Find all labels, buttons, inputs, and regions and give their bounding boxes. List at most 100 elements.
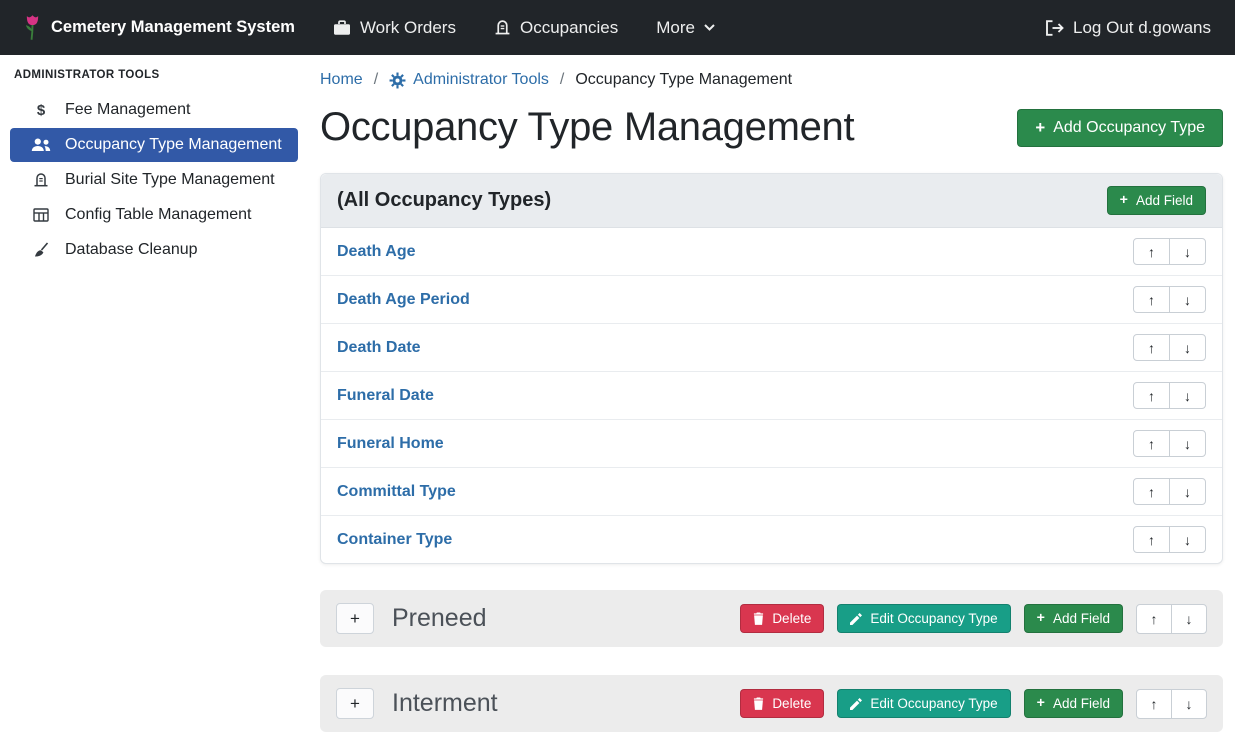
arrow-up-icon: ↑ bbox=[1148, 532, 1155, 548]
edit-occupancy-type-button[interactable]: Edit Occupancy Type bbox=[837, 689, 1010, 718]
move-down-button[interactable]: ↓ bbox=[1169, 526, 1206, 553]
flower-logo-icon bbox=[24, 14, 41, 41]
arrow-up-icon: ↑ bbox=[1151, 696, 1158, 712]
field-link[interactable]: Funeral Home bbox=[337, 435, 444, 453]
move-up-button[interactable]: ↑ bbox=[1133, 430, 1170, 457]
pencil-icon bbox=[850, 613, 862, 625]
reorder-buttons: ↑ ↓ bbox=[1136, 604, 1207, 634]
field-link[interactable]: Death Date bbox=[337, 339, 421, 357]
users-icon bbox=[30, 138, 52, 152]
gear-icon bbox=[389, 72, 406, 89]
field-row: Container Type ↑ ↓ bbox=[321, 516, 1222, 563]
sidebar-item-config-table-management[interactable]: Config Table Management bbox=[10, 198, 298, 232]
sidebar-item-database-cleanup[interactable]: Database Cleanup bbox=[10, 233, 298, 267]
nav-occupancies-label: Occupancies bbox=[520, 18, 618, 38]
arrow-up-icon: ↑ bbox=[1148, 436, 1155, 452]
add-field-button[interactable]: + Add Field bbox=[1024, 689, 1123, 718]
main-nav: Work Orders Occupancies More bbox=[333, 18, 715, 38]
arrow-down-icon: ↓ bbox=[1184, 244, 1191, 260]
reorder-buttons: ↑ ↓ bbox=[1133, 382, 1206, 409]
arrow-down-icon: ↓ bbox=[1184, 340, 1191, 356]
move-down-button[interactable]: ↓ bbox=[1169, 334, 1206, 361]
move-up-button[interactable]: ↑ bbox=[1136, 604, 1172, 634]
breadcrumb: Home / Administrator Tools bbox=[320, 71, 1223, 89]
reorder-buttons: ↑ ↓ bbox=[1136, 689, 1207, 719]
breadcrumb-separator: / bbox=[560, 71, 564, 89]
arrow-down-icon: ↓ bbox=[1184, 436, 1191, 452]
nav-occupancies[interactable]: Occupancies bbox=[494, 18, 618, 38]
broom-icon bbox=[30, 242, 52, 258]
move-up-button[interactable]: ↑ bbox=[1133, 382, 1170, 409]
field-row: Committal Type ↑ ↓ bbox=[321, 468, 1222, 516]
sidebar-header: ADMINISTRATOR TOOLS bbox=[10, 69, 298, 93]
expand-section-button[interactable]: + bbox=[336, 688, 374, 719]
delete-button[interactable]: Delete bbox=[740, 604, 824, 633]
move-up-button[interactable]: ↑ bbox=[1136, 689, 1172, 719]
move-up-button[interactable]: ↑ bbox=[1133, 238, 1170, 265]
reorder-buttons: ↑ ↓ bbox=[1133, 526, 1206, 553]
logout-icon bbox=[1045, 20, 1064, 36]
field-link[interactable]: Container Type bbox=[337, 531, 452, 549]
app-brand[interactable]: Cemetery Management System bbox=[24, 14, 295, 41]
edit-occupancy-type-label: Edit Occupancy Type bbox=[870, 696, 997, 711]
move-down-button[interactable]: ↓ bbox=[1171, 689, 1207, 719]
section-actions: Delete Edit Occupancy Type + Add Field bbox=[740, 604, 1207, 634]
field-link[interactable]: Death Age bbox=[337, 243, 416, 261]
field-row: Death Age Period ↑ ↓ bbox=[321, 276, 1222, 324]
move-down-button[interactable]: ↓ bbox=[1169, 286, 1206, 313]
field-link[interactable]: Committal Type bbox=[337, 483, 456, 501]
field-link[interactable]: Funeral Date bbox=[337, 387, 434, 405]
move-down-button[interactable]: ↓ bbox=[1169, 478, 1206, 505]
arrow-up-icon: ↑ bbox=[1151, 611, 1158, 627]
arrow-down-icon: ↓ bbox=[1186, 611, 1193, 627]
add-field-button[interactable]: + Add Field bbox=[1107, 186, 1206, 215]
add-occupancy-type-label: Add Occupancy Type bbox=[1053, 119, 1205, 137]
breadcrumb-admin-tools-label: Administrator Tools bbox=[413, 71, 549, 89]
move-down-button[interactable]: ↓ bbox=[1169, 238, 1206, 265]
delete-label: Delete bbox=[772, 696, 811, 711]
move-up-button[interactable]: ↑ bbox=[1133, 334, 1170, 361]
trash-icon bbox=[753, 697, 764, 710]
top-navbar: Cemetery Management System Work Orders bbox=[0, 0, 1235, 55]
move-up-button[interactable]: ↑ bbox=[1133, 526, 1170, 553]
breadcrumb-admin-tools[interactable]: Administrator Tools bbox=[389, 71, 549, 89]
nav-work-orders[interactable]: Work Orders bbox=[333, 18, 456, 38]
arrow-down-icon: ↓ bbox=[1184, 292, 1191, 308]
edit-occupancy-type-button[interactable]: Edit Occupancy Type bbox=[837, 604, 1010, 633]
move-down-button[interactable]: ↓ bbox=[1169, 382, 1206, 409]
plus-icon: + bbox=[1120, 193, 1128, 207]
delete-button[interactable]: Delete bbox=[740, 689, 824, 718]
sidebar-item-burial-site-type-management[interactable]: Burial Site Type Management bbox=[10, 163, 298, 197]
nav-more-label: More bbox=[656, 18, 695, 38]
trash-icon bbox=[753, 612, 764, 625]
section-title: Interment bbox=[392, 689, 498, 718]
plus-icon: + bbox=[350, 694, 360, 713]
nav-more[interactable]: More bbox=[656, 18, 715, 38]
move-down-button[interactable]: ↓ bbox=[1171, 604, 1207, 634]
section-title: Preneed bbox=[392, 604, 487, 633]
chevron-down-icon bbox=[704, 24, 715, 31]
move-down-button[interactable]: ↓ bbox=[1169, 430, 1206, 457]
logout-link[interactable]: Log Out d.gowans bbox=[1045, 18, 1211, 38]
add-field-button[interactable]: + Add Field bbox=[1024, 604, 1123, 633]
add-occupancy-type-button[interactable]: + Add Occupancy Type bbox=[1017, 109, 1223, 147]
expand-section-button[interactable]: + bbox=[336, 603, 374, 634]
section-actions: Delete Edit Occupancy Type + Add Field bbox=[740, 689, 1207, 719]
move-up-button[interactable]: ↑ bbox=[1133, 286, 1170, 313]
arrow-down-icon: ↓ bbox=[1184, 532, 1191, 548]
table-icon bbox=[30, 208, 52, 222]
breadcrumb-home[interactable]: Home bbox=[320, 71, 363, 89]
dollar-icon: $ bbox=[30, 102, 52, 119]
sidebar-item-fee-management[interactable]: $ Fee Management bbox=[10, 93, 298, 127]
field-link[interactable]: Death Age Period bbox=[337, 291, 470, 309]
sidebar-item-label: Occupancy Type Management bbox=[65, 136, 282, 154]
move-up-button[interactable]: ↑ bbox=[1133, 478, 1170, 505]
sidebar-item-occupancy-type-management[interactable]: Occupancy Type Management bbox=[10, 128, 298, 162]
reorder-buttons: ↑ ↓ bbox=[1133, 286, 1206, 313]
plus-icon: + bbox=[1037, 696, 1045, 710]
headstone-icon bbox=[494, 19, 511, 36]
arrow-down-icon: ↓ bbox=[1186, 696, 1193, 712]
sidebar-item-label: Database Cleanup bbox=[65, 241, 198, 259]
toolbox-icon bbox=[333, 20, 351, 36]
reorder-buttons: ↑ ↓ bbox=[1133, 478, 1206, 505]
